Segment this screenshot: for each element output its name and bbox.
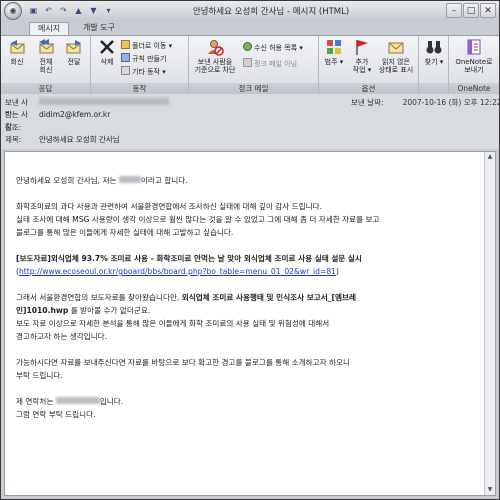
ribbon-tabs: 메시지 개발 도구 (1, 21, 499, 35)
redo-icon[interactable]: ↷ (57, 4, 70, 17)
sent-date: 보낸 날짜: 2007-10-16 (화) 오후 12:22 (351, 97, 500, 108)
subject-row: 제목: 안녕하세요 오성희 간사님 (5, 134, 345, 146)
paragraph-3-line-2: 부탁 드립니다. (16, 371, 63, 380)
next-item-icon[interactable]: ▼ (87, 4, 100, 17)
forward-button[interactable]: 전달 (61, 38, 87, 66)
find-button[interactable]: 찾기 ▾ (421, 38, 447, 66)
ribbon: 회신 전체 회신 전달 응답 삭제 폴더로 이동 ▾ 규칙 만들기 기타 동작 … (1, 35, 499, 95)
not-junk-icon (243, 58, 252, 67)
window-title: 안녕하세요 오성희 간사님 - 메시지 (HTML) (192, 7, 350, 17)
undo-icon[interactable]: ↶ (42, 4, 55, 17)
paragraph-1-line-3: 블로그를 통해 많은 이들에게 자세한 실태에 대해 고발하고 싶습니다. (16, 228, 234, 237)
paragraph-2-line-1: 그래서 서울환경연합의 보도자료를 찾아왔습니다만, 외식업체 조미료 사용행태… (16, 293, 356, 302)
scroll-up-icon[interactable]: ▲ (485, 152, 495, 162)
other-actions-icon (121, 66, 130, 75)
title-bar: ◉ ▣ ↶ ↷ ▲ ▼ ▾ 안녕하세요 오성희 간사님 - 메시지 (HTML)… (1, 1, 499, 22)
reply-all-button[interactable]: 전체 회신 (33, 38, 59, 74)
to-value[interactable]: didim2@kfem.or.kr (39, 109, 110, 121)
create-rule-button[interactable]: 규칙 만들기 (121, 53, 166, 65)
safe-list-button[interactable]: 수신 허용 목록 ▾ (243, 42, 303, 54)
sent-label: 보낸 날짜: (351, 98, 384, 107)
onenote-icon (467, 39, 481, 55)
group-find: 찾기 ▾ (419, 36, 449, 94)
forward-icon (66, 40, 81, 54)
group-actions: 삭제 폴더로 이동 ▾ 규칙 만들기 기타 동작 ▾ 동작 (91, 36, 189, 94)
group-options: 범주 ▾ 추가 작업 ▾ 읽지 않은 상태로 표시 옵션 (319, 36, 419, 94)
reply-all-icon (39, 39, 54, 54)
group-label-options: 옵션 (319, 83, 418, 94)
outlook-message-window: ◉ ▣ ↶ ↷ ▲ ▼ ▾ 안녕하세요 오성희 간사님 - 메시지 (HTML)… (0, 0, 500, 500)
subject-value: 안녕하세요 오성희 간사님 (39, 135, 120, 144)
previous-item-icon[interactable]: ▲ (72, 4, 85, 17)
contact-line: 제 연락처는 입니다. (16, 397, 124, 406)
group-label-junk: 정크 메일 (189, 83, 318, 94)
scroll-down-icon[interactable]: ▼ (485, 485, 495, 495)
office-button[interactable]: ◉ (4, 2, 22, 20)
not-junk-button[interactable]: 정크 메일 아님 (243, 58, 297, 70)
categorize-icon (327, 40, 341, 54)
redacted-phone (55, 397, 100, 404)
delete-icon (100, 40, 114, 54)
subject-label: 제목: (5, 135, 22, 144)
closing-line: 그럼 연락 부탁 드립니다. (16, 410, 96, 419)
mark-unread-button[interactable]: 읽지 않은 상태로 표시 (375, 38, 417, 74)
paragraph-3-line-1: 가능하시다면 자료를 보내주신다면 자료를 바탕으로 보다 확고한 경고를 블로… (16, 358, 350, 367)
group-respond: 회신 전체 회신 전달 응답 (1, 36, 91, 94)
qat-customize-icon[interactable]: ▾ (102, 4, 115, 17)
message-header: 보낸 사람: 보낸 날짜: 2007-10-16 (화) 오후 12:22 받는… (1, 94, 500, 149)
binoculars-icon (426, 41, 442, 54)
reply-icon (10, 40, 25, 54)
sent-value: 2007-10-16 (화) 오후 12:22 (402, 98, 500, 107)
from-row: 보낸 사람: (5, 97, 345, 119)
redacted-sender (39, 98, 169, 105)
block-sender-icon (208, 40, 224, 56)
cc-row: 참조: (5, 122, 345, 134)
follow-up-button[interactable]: 추가 작업 ▾ (349, 38, 375, 74)
window-controls: – □ ✕ (446, 3, 496, 18)
paragraph-2-line-4: 경고하고자 하는 생각입니다. (16, 332, 108, 341)
send-to-onenote-button[interactable]: OneNote로 보내기 (453, 38, 495, 74)
paragraph-2-line-2: 인]1010.hwp 를 받아볼 수가 없더군요. (16, 306, 151, 315)
paragraph-1-line-1: 화학조미료의 과다 사용과 관련하여 서울환경연합에서 조사하신 실태에 대해 … (16, 202, 322, 211)
tab-developer[interactable]: 개발 도구 (75, 22, 123, 35)
group-label-find (419, 83, 448, 94)
message-text: 안녕하세요 오성희 간사님, 저는 이라고 합니다. 화학조미료의 과다 사용과… (16, 174, 478, 421)
reply-button[interactable]: 회신 (4, 38, 30, 66)
block-sender-button[interactable]: 보낸 사람을 기준으로 차단 (191, 38, 239, 74)
group-junk: 보낸 사람을 기준으로 차단 수신 허용 목록 ▾ 정크 메일 아님 정크 메일 (189, 36, 319, 94)
group-label-onenote: OneNote (449, 83, 499, 94)
tab-message[interactable]: 메시지 (29, 22, 70, 35)
move-to-folder-button[interactable]: 폴더로 이동 ▾ (121, 40, 172, 52)
to-row: 받는 사람: didim2@kfem.or.kr (5, 109, 345, 131)
group-label-actions: 동작 (91, 83, 188, 94)
from-value[interactable] (39, 97, 169, 109)
save-icon[interactable]: ▣ (27, 4, 40, 17)
minimize-button[interactable]: – (446, 3, 462, 18)
flag-icon (356, 40, 368, 55)
message-body[interactable]: 안녕하세요 오성희 간사님, 저는 이라고 합니다. 화학조미료의 과다 사용과… (4, 151, 496, 496)
unread-envelope-icon (388, 42, 404, 54)
safe-list-icon (243, 42, 252, 51)
cc-label: 참조: (5, 123, 22, 132)
folder-icon (121, 40, 130, 49)
group-label-respond: 응답 (1, 83, 90, 94)
press-release-title: [보도자료]외식업체 93.7% 조미료 사용 - 화학조미료 안먹는 날 맞아… (16, 254, 362, 263)
rule-icon (121, 53, 130, 62)
paragraph-2-line-3: 보도 자료 이상으로 자세한 분석을 통해 많은 이들에게 화학 조미료의 사용… (16, 319, 330, 328)
greeting-line: 안녕하세요 오성희 간사님, 저는 이라고 합니다. (16, 176, 188, 185)
quick-access-toolbar: ▣ ↶ ↷ ▲ ▼ ▾ (27, 4, 115, 17)
press-release-link[interactable]: http://www.ecoseoul.or.kr/gboard/bbs/boa… (19, 267, 336, 276)
delete-button[interactable]: 삭제 (94, 38, 120, 66)
paragraph-1-line-2: 실태 조사에 대해 MSG 사용량이 생각 이상으로 훨씬 많다는 것을 알 수… (16, 215, 380, 224)
redacted-name (118, 176, 141, 183)
categorize-button[interactable]: 범주 ▾ (321, 38, 347, 66)
group-onenote: OneNote로 보내기 OneNote (449, 36, 499, 94)
close-button[interactable]: ✕ (480, 3, 496, 18)
other-actions-button[interactable]: 기타 동작 ▾ (121, 66, 166, 78)
press-release-link-line: (http://www.ecoseoul.or.kr/gboard/bbs/bo… (16, 267, 339, 276)
maximize-button[interactable]: □ (463, 3, 479, 18)
vertical-scrollbar[interactable]: ▲ ▼ (484, 152, 495, 495)
